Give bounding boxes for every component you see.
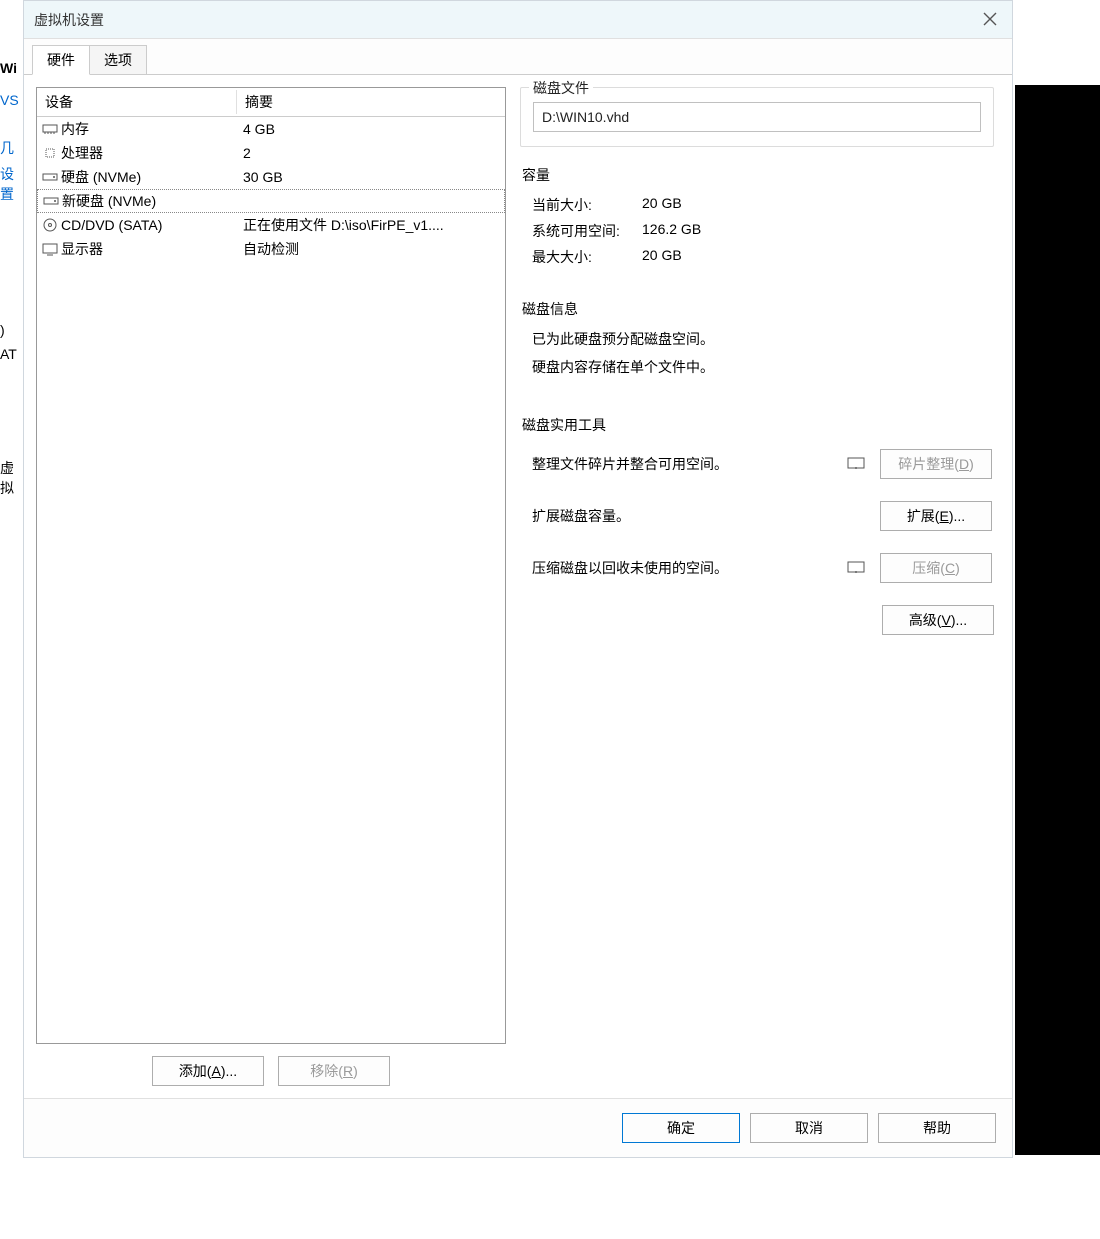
expand-button[interactable]: 扩展(E)... [880, 501, 992, 531]
util-defrag-text: 整理文件碎片并整合可用空间。 [532, 454, 832, 474]
capacity-max: 最大大小: 20 GB [532, 247, 992, 267]
disk-info-line2: 硬盘内容存储在单个文件中。 [532, 357, 992, 377]
vm-settings-dialog: 虚拟机设置 硬件 选项 设备 摘要 内存 4 GB [23, 0, 1013, 1158]
left-pane: 设备 摘要 内存 4 GB 处理器 2 [36, 87, 506, 1086]
group-capacity: 容量 当前大小: 20 GB 系统可用空间: 126.2 GB 最大大小: 20… [520, 165, 994, 273]
util-expand-row: 扩展磁盘容量。 扩展(E)... [532, 501, 992, 531]
tab-options[interactable]: 选项 [89, 45, 147, 75]
tab-bar: 硬件 选项 [24, 39, 1012, 75]
capacity-current: 当前大小: 20 GB [532, 195, 992, 215]
cpu-icon [41, 145, 59, 161]
add-device-button[interactable]: 添加(A)... [152, 1056, 264, 1086]
device-row-cddvd[interactable]: CD/DVD (SATA) 正在使用文件 D:\iso\FirPE_v1.... [37, 213, 505, 237]
dialog-buttons: 确定 取消 帮助 [24, 1098, 1012, 1157]
ok-button[interactable]: 确定 [622, 1113, 740, 1143]
group-label-disk-utils: 磁盘实用工具 [522, 415, 992, 435]
group-label-capacity: 容量 [522, 165, 992, 185]
group-disk-utils: 磁盘实用工具 整理文件碎片并整合可用空间。 碎片整理(D) 扩展磁盘容量。 扩展… [520, 415, 994, 583]
device-row-newdisk[interactable]: 新硬盘 (NVMe) [37, 189, 505, 213]
close-button[interactable] [978, 7, 1002, 31]
right-pane: 磁盘文件 D:\WIN10.vhd 容量 当前大小: 20 GB 系统可用空间:… [520, 87, 1000, 1086]
group-label-disk-info: 磁盘信息 [522, 299, 992, 319]
group-disk-info: 磁盘信息 已为此硬盘预分配磁盘空间。 硬盘内容存储在单个文件中。 [520, 299, 994, 385]
background-app-strip: Wi VS 几 设置 ) AT 虚拟 [0, 0, 23, 1239]
compact-button[interactable]: 压缩(C) [880, 553, 992, 583]
capacity-free: 系统可用空间: 126.2 GB [532, 221, 992, 241]
device-table: 设备 摘要 内存 4 GB 处理器 2 [36, 87, 506, 1044]
map-icon[interactable] [846, 559, 866, 577]
cd-icon [41, 217, 59, 233]
group-disk-file: 磁盘文件 D:\WIN10.vhd [520, 87, 994, 147]
header-device: 设备 [37, 90, 237, 114]
titlebar: 虚拟机设置 [24, 1, 1012, 39]
disk-icon [42, 193, 60, 209]
left-buttons: 添加(A)... 移除(R) [36, 1044, 506, 1086]
disk-info-line1: 已为此硬盘预分配磁盘空间。 [532, 329, 992, 349]
defrag-button[interactable]: 碎片整理(D) [880, 449, 992, 479]
background-right-strip [1015, 85, 1100, 1155]
device-rows: 内存 4 GB 处理器 2 硬盘 (NVMe) 30 GB [37, 117, 505, 1043]
memory-icon [41, 121, 59, 137]
dialog-title: 虚拟机设置 [34, 10, 104, 30]
cancel-button[interactable]: 取消 [750, 1113, 868, 1143]
help-button[interactable]: 帮助 [878, 1113, 996, 1143]
group-label-disk-file: 磁盘文件 [529, 78, 593, 98]
close-icon [983, 12, 997, 26]
remove-device-button[interactable]: 移除(R) [278, 1056, 390, 1086]
device-row-disk[interactable]: 硬盘 (NVMe) 30 GB [37, 165, 505, 189]
device-row-memory[interactable]: 内存 4 GB [37, 117, 505, 141]
disk-file-path[interactable]: D:\WIN10.vhd [533, 102, 981, 132]
dialog-body: 设备 摘要 内存 4 GB 处理器 2 [24, 75, 1012, 1098]
util-defrag-row: 整理文件碎片并整合可用空间。 碎片整理(D) [532, 449, 992, 479]
device-row-cpu[interactable]: 处理器 2 [37, 141, 505, 165]
advanced-button[interactable]: 高级(V)... [882, 605, 994, 635]
device-row-display[interactable]: 显示器 自动检测 [37, 237, 505, 261]
header-summary: 摘要 [237, 90, 505, 114]
util-expand-text: 扩展磁盘容量。 [532, 506, 832, 526]
disk-icon [41, 169, 59, 185]
display-icon [41, 241, 59, 257]
tab-hardware[interactable]: 硬件 [32, 45, 90, 75]
device-table-header: 设备 摘要 [37, 88, 505, 117]
map-icon[interactable] [846, 455, 866, 473]
util-compact-row: 压缩磁盘以回收未使用的空间。 压缩(C) [532, 553, 992, 583]
advanced-row: 高级(V)... [520, 605, 994, 635]
util-compact-text: 压缩磁盘以回收未使用的空间。 [532, 558, 832, 578]
